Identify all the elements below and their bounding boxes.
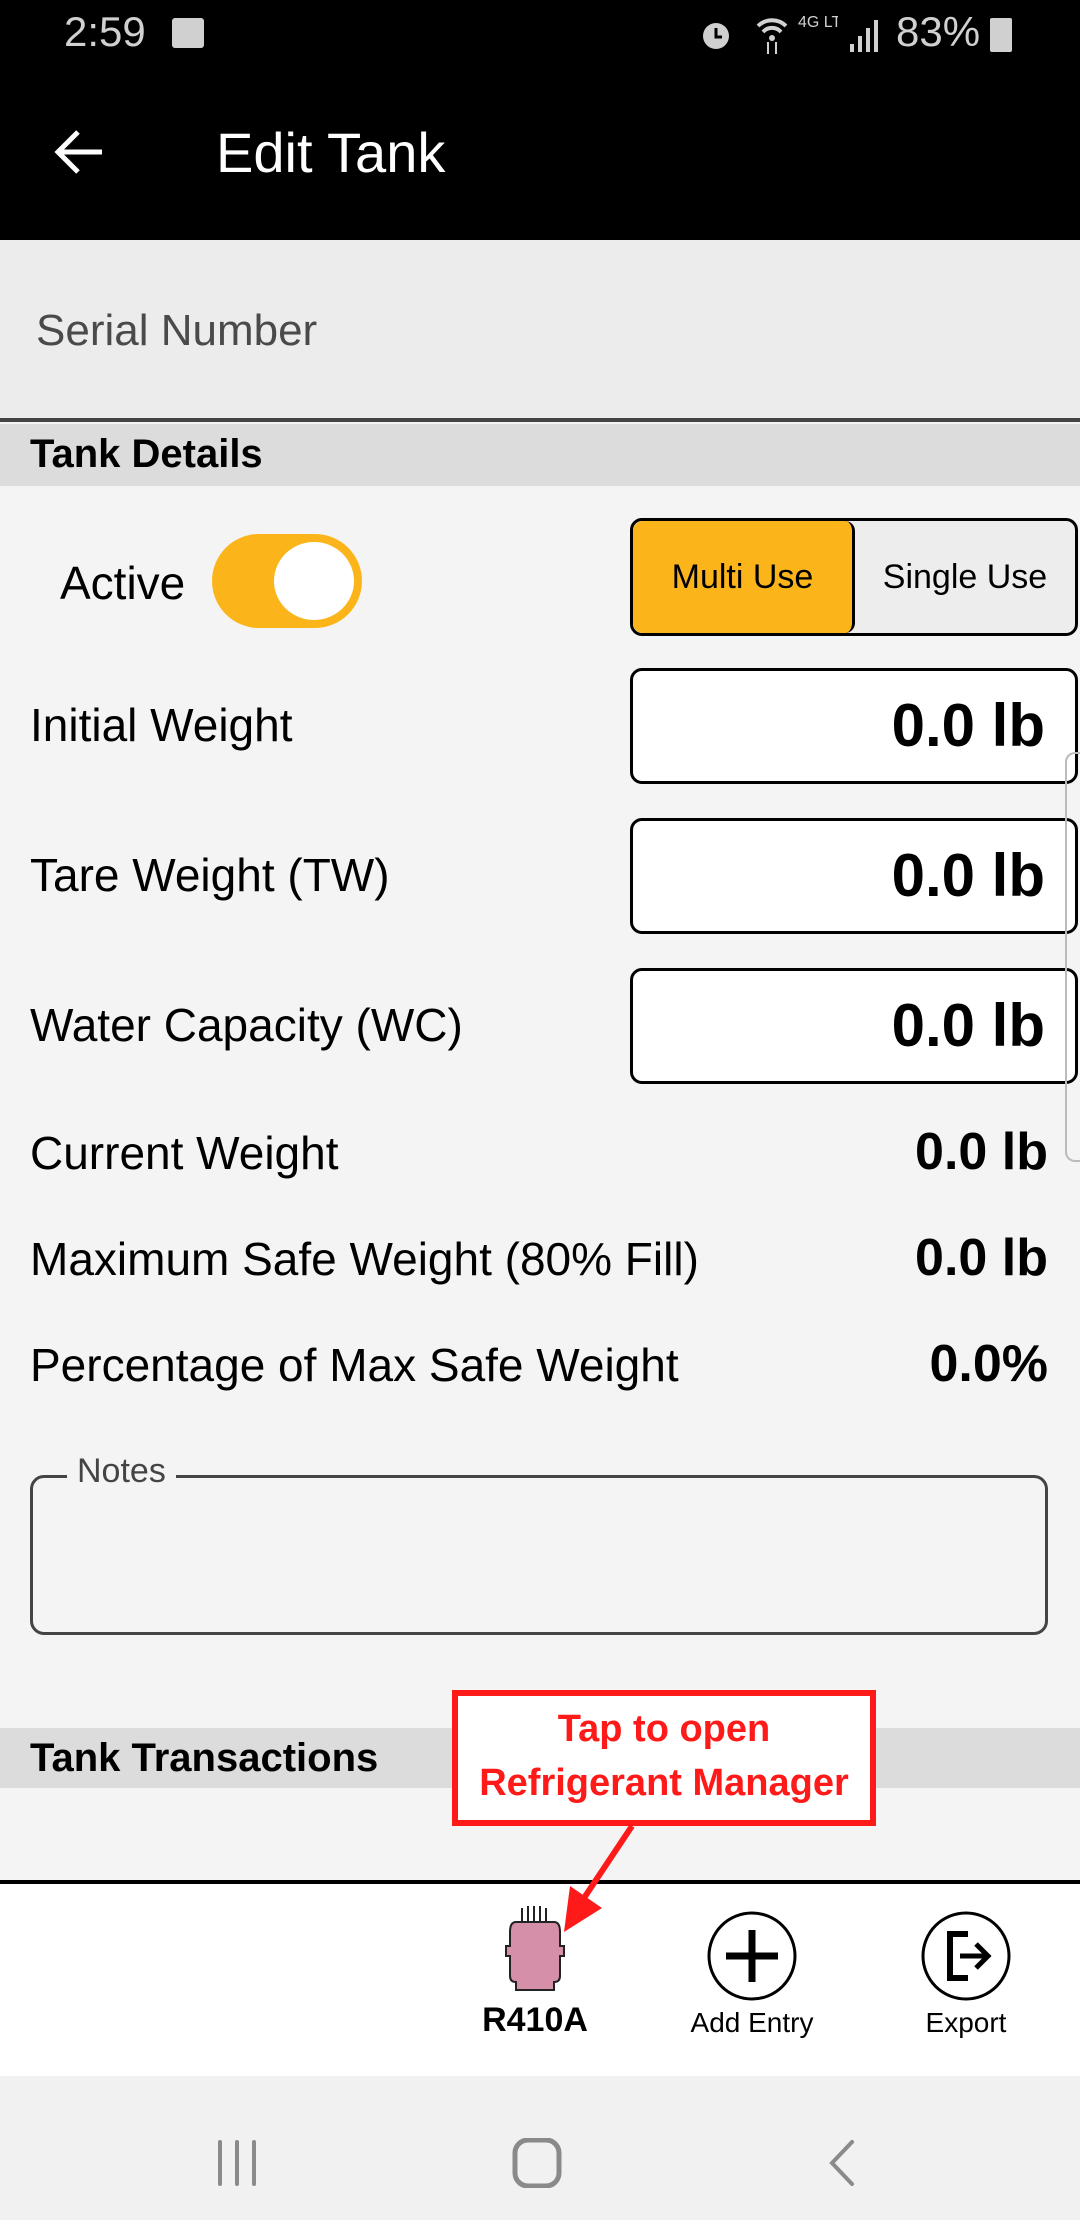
image-icon	[172, 18, 204, 48]
notes-label: Notes	[67, 1452, 176, 1491]
callout-line-1: Tap to open	[557, 1708, 771, 1750]
app-bar: Edit Tank	[0, 70, 1080, 240]
alarm-icon	[703, 23, 729, 49]
recent-apps-icon[interactable]	[212, 2138, 262, 2188]
active-label: Active	[60, 557, 186, 609]
callout-line-2: Refrigerant Manager	[479, 1762, 849, 1804]
annotation-callout: Tap to open Refrigerant Manager	[452, 1690, 876, 1826]
section-title: Tank Details	[30, 432, 263, 476]
max-safe-weight-label: Maximum Safe Weight (80% Fill)	[30, 1233, 699, 1285]
section-title: Tank Transactions	[30, 1736, 379, 1780]
add-entry-label: Add Entry	[690, 2007, 814, 2038]
water-capacity-value: 0.0 lb	[891, 992, 1045, 1059]
bottom-toolbar: R410A Add Entry Export	[0, 1880, 1080, 2076]
current-weight-label: Current Weight	[30, 1127, 339, 1179]
page-title: Edit Tank	[216, 121, 446, 184]
initial-weight-value: 0.0 lb	[891, 692, 1045, 759]
use-type-segmented-control: Multi Use Single Use	[630, 518, 1078, 636]
percentage-label: Percentage of Max Safe Weight	[30, 1339, 679, 1391]
percentage-value: 0.0%	[929, 1335, 1048, 1393]
signal-icon	[850, 20, 878, 52]
serial-number-field[interactable]: Serial Number	[0, 240, 1080, 418]
current-weight-value: 0.0 lb	[915, 1123, 1048, 1181]
multi-use-option[interactable]: Multi Use	[633, 521, 855, 633]
tare-weight-label: Tare Weight (TW)	[30, 849, 390, 901]
status-bar: 2:59 4G LTE 83%	[0, 0, 1080, 70]
wifi-icon	[756, 18, 788, 54]
toggle-knob	[274, 542, 354, 620]
divider	[0, 418, 1080, 422]
water-capacity-input[interactable]: 0.0 lb	[630, 968, 1078, 1084]
single-use-option[interactable]: Single Use	[855, 521, 1075, 633]
status-time: 2:59	[64, 8, 146, 55]
back-nav-icon[interactable]	[822, 2138, 862, 2188]
initial-weight-label: Initial Weight	[30, 699, 293, 751]
add-entry-button[interactable]: Add Entry	[672, 1910, 832, 2039]
initial-weight-input[interactable]: 0.0 lb	[630, 668, 1078, 784]
water-capacity-label: Water Capacity (WC)	[30, 999, 463, 1051]
section-header-tank-details: Tank Details	[0, 424, 1080, 486]
network-type: 4G LTE	[798, 14, 838, 31]
arrow-left-icon[interactable]	[52, 124, 108, 180]
refrigerant-label: R410A	[482, 2001, 588, 2039]
battery-icon	[990, 18, 1012, 52]
active-toggle[interactable]	[212, 534, 362, 628]
serial-number-placeholder: Serial Number	[36, 306, 318, 355]
max-safe-weight-value: 0.0 lb	[915, 1229, 1048, 1287]
export-label: Export	[925, 2007, 1007, 2038]
callout-arrow-icon	[564, 1824, 635, 1932]
home-icon[interactable]	[512, 2138, 562, 2188]
notes-input[interactable]: Notes	[30, 1452, 1048, 1635]
export-icon	[921, 1911, 1011, 2001]
tare-weight-value: 0.0 lb	[891, 842, 1045, 909]
system-nav-bar	[0, 2076, 1080, 2220]
export-button[interactable]: Export	[886, 1910, 1046, 2039]
edge-panel-handle[interactable]	[1065, 752, 1080, 1162]
tare-weight-input[interactable]: 0.0 lb	[630, 818, 1078, 934]
battery-percent: 83%	[896, 8, 981, 55]
plus-circle-icon	[707, 1911, 797, 2001]
